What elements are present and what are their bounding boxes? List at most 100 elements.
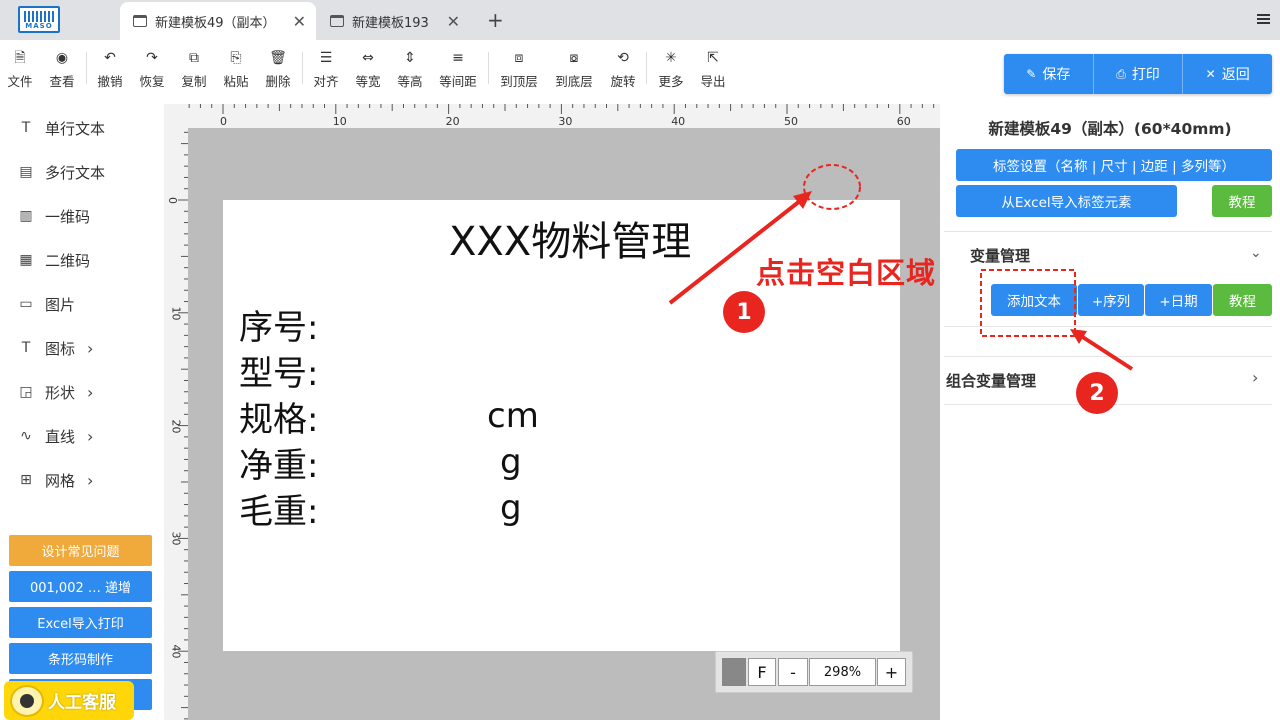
label-field-model[interactable]: 型号: <box>239 357 318 391</box>
label-value-gross-weight[interactable]: g <box>500 491 522 525</box>
copy-button[interactable]: ⧉ 复制 <box>170 48 218 90</box>
chevron-right-icon: › <box>87 382 94 402</box>
ruler-label: 10 <box>169 306 183 321</box>
multiline-text-icon: ▤ <box>19 164 33 180</box>
line-icon: ∿ <box>20 428 32 444</box>
equal-height-button[interactable]: ⇕ 等高 <box>386 48 434 90</box>
design-faq-button[interactable]: 设计常见问题 <box>9 535 152 566</box>
view-button[interactable]: ◉ 查看 <box>38 48 86 90</box>
document-icon <box>133 15 147 27</box>
sidebar-item-line[interactable]: ∿ 直线 › <box>18 424 93 448</box>
export-button[interactable]: ⇱ 导出 <box>689 48 737 90</box>
send-to-back-button[interactable]: ⧇ 到底层 <box>550 48 598 90</box>
delete-button[interactable]: 🗑 删除 <box>254 48 302 90</box>
new-tab-plus-icon[interactable]: + <box>487 8 504 32</box>
barcode-maker-button[interactable]: 条形码制作 <box>9 643 152 674</box>
tutorial-button[interactable]: 教程 <box>1212 185 1272 217</box>
color-swatch[interactable] <box>722 658 746 686</box>
equal-spacing-button[interactable]: ≡ 等间距 <box>434 48 482 90</box>
chevron-right-icon: › <box>87 338 94 358</box>
equal-spacing-icon: ≡ <box>452 50 464 66</box>
image-icon: ▭ <box>19 296 33 312</box>
customer-service-button[interactable]: 人工客服 <box>4 681 134 720</box>
qrcode-icon: ▦ <box>19 252 33 268</box>
label-field-net-weight[interactable]: 净重: <box>239 449 318 483</box>
add-date-button[interactable]: +日期 <box>1145 284 1212 316</box>
add-text-button[interactable]: 添加文本 <box>991 284 1077 316</box>
sidebar-item-shape[interactable]: ◲ 形状 › <box>18 380 93 404</box>
sidebar-item-multiline-text[interactable]: ▤ 多行文本 <box>18 160 105 184</box>
edit-icon: ✎ <box>1026 67 1037 81</box>
text-icon: T <box>21 120 31 136</box>
undo-icon: ↶ <box>104 50 116 66</box>
add-sequence-button[interactable]: +序列 <box>1078 284 1144 316</box>
chevron-down-icon[interactable]: ⌄ <box>1250 245 1262 261</box>
label-value-spec[interactable]: cm <box>487 399 539 433</box>
ruler-label: 0 <box>220 115 227 128</box>
label-field-serial[interactable]: 序号: <box>239 311 318 345</box>
divider <box>944 326 1272 327</box>
ruler-label: 20 <box>169 419 183 434</box>
paste-button[interactable]: ⎘ 粘贴 <box>212 48 260 90</box>
sidebar-item-image[interactable]: ▭ 图片 <box>18 292 75 316</box>
annotation-text: 点击空白区域 <box>756 256 937 290</box>
zoom-out-button[interactable]: - <box>778 658 808 686</box>
ruler-label: 20 <box>445 115 460 128</box>
label-value-net-weight[interactable]: g <box>500 445 522 479</box>
sidebar-item-grid[interactable]: ⊞ 网格 › <box>18 468 93 492</box>
excel-import-elements-button[interactable]: 从Excel导入标签元素 <box>956 185 1177 217</box>
element-sidebar: T 单行文本 ▤ 多行文本 ▥ 一维码 ▦ 二维码 ▭ 图片 T 图标 › ◲ 形状 › ∿ 直线 ›… <box>0 104 164 720</box>
send-back-icon: ⧇ <box>569 50 579 66</box>
label-title[interactable]: XXX物料管理 <box>449 222 691 262</box>
tab-template-193[interactable]: 新建模板193 ✕ <box>318 2 470 40</box>
ruler-label: 0 <box>166 197 179 204</box>
sidebar-item-qrcode[interactable]: ▦ 二维码 <box>18 248 90 272</box>
equal-width-icon: ⇔ <box>362 50 374 66</box>
increment-button[interactable]: 001,002 … 递增 <box>9 571 152 602</box>
tab-template-49-copy[interactable]: 新建模板49（副本） ✕ <box>120 2 316 40</box>
back-button[interactable]: ✕ 返回 <box>1183 54 1272 94</box>
shape-icon: ◲ <box>19 384 33 400</box>
label-settings-button[interactable]: 标签设置（名称 | 尺寸 | 边距 | 多列等） <box>956 149 1272 181</box>
rotate-button[interactable]: ⟲ 旋转 <box>599 48 647 90</box>
sidebar-item-barcode[interactable]: ▥ 一维码 <box>18 204 90 228</box>
ruler-label: 50 <box>784 115 798 128</box>
variable-tutorial-button[interactable]: 教程 <box>1213 284 1272 316</box>
chevron-right-icon[interactable]: › <box>1252 368 1258 387</box>
undo-button[interactable]: ↶ 撤销 <box>86 48 134 90</box>
label-field-gross-weight[interactable]: 毛重: <box>239 495 318 529</box>
close-icon[interactable]: ✕ <box>447 12 460 31</box>
save-button[interactable]: ✎ 保存 <box>1004 54 1094 94</box>
document-icon <box>330 15 344 27</box>
properties-panel: 新建模板49（副本）(60*40mm) 标签设置（名称 | 尺寸 | 边距 | … <box>940 104 1280 720</box>
rotate-icon: ⟲ <box>617 50 629 66</box>
zoom-in-button[interactable]: + <box>877 658 906 686</box>
more-button[interactable]: ✳ 更多 <box>647 48 695 90</box>
logo-text: MASO <box>25 22 53 30</box>
ruler-label: 40 <box>671 115 686 128</box>
divider <box>944 231 1272 232</box>
fit-button[interactable]: F <box>748 658 776 686</box>
equal-width-button[interactable]: ⇔ 等宽 <box>344 48 392 90</box>
ruler-label: 60 <box>896 115 911 128</box>
group-variable-management-title[interactable]: 组合变量管理 <box>946 370 1036 391</box>
divider <box>488 52 489 84</box>
export-icon: ⇱ <box>707 50 719 66</box>
bring-to-front-button[interactable]: ⧈ 到顶层 <box>495 48 543 90</box>
sidebar-item-icon[interactable]: T 图标 › <box>18 336 94 360</box>
menu-icon[interactable] <box>1257 14 1270 24</box>
print-button[interactable]: ⎙ 打印 <box>1094 54 1184 94</box>
variable-management-title[interactable]: 变量管理 <box>970 245 1030 266</box>
redo-button[interactable]: ↷ 恢复 <box>128 48 176 90</box>
text-icon: T <box>21 340 31 356</box>
label-field-spec[interactable]: 规格: <box>239 403 318 437</box>
step-1-badge: 1 <box>723 291 765 333</box>
sidebar-item-single-line-text[interactable]: T 单行文本 <box>18 116 105 140</box>
excel-import-print-button[interactable]: Excel导入打印 <box>9 607 152 638</box>
ruler-label: 10 <box>332 115 347 128</box>
paste-icon: ⎘ <box>230 50 242 66</box>
trash-icon: 🗑 <box>269 50 287 66</box>
close-icon[interactable]: ✕ <box>293 12 306 31</box>
align-button[interactable]: ☰ 对齐 <box>302 48 350 90</box>
zoom-level[interactable]: 298% <box>809 658 876 686</box>
